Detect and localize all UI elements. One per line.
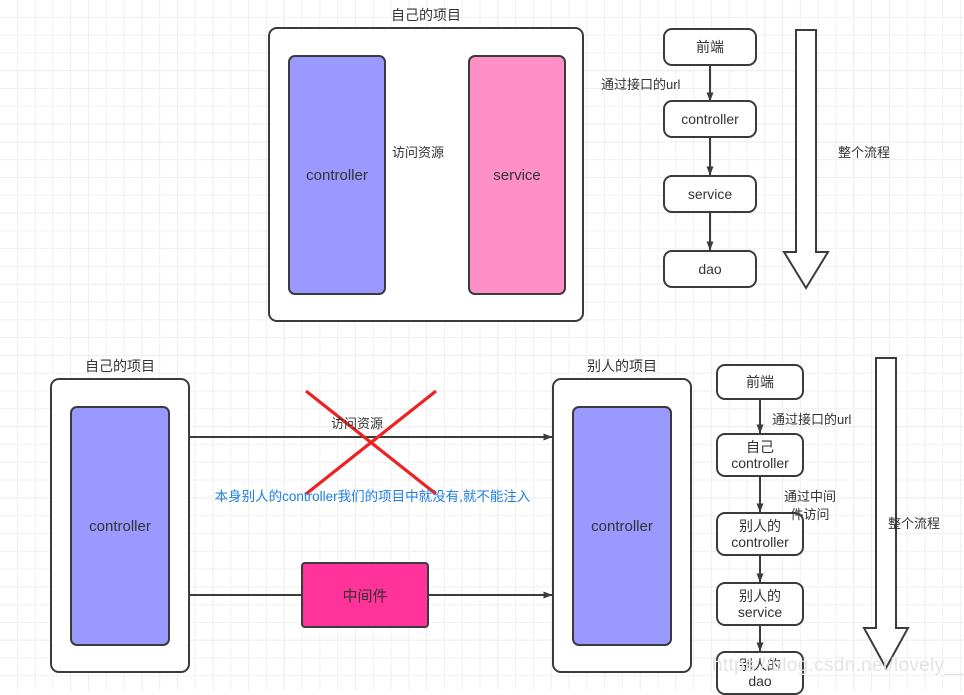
big-process-arrow-top	[782, 29, 830, 290]
bottom-flow-node-1-line1: 自己	[746, 438, 774, 455]
top-big-arrow-label: 整个流程	[838, 145, 891, 160]
bottom-blue-note: 本身别人的controller我们的项目中就没有,就不能注入	[214, 489, 531, 504]
top-flow-node-2: service	[663, 175, 757, 213]
bottom-flow-node-3: 别人的 service	[716, 582, 804, 626]
bottom-flow-node-1-line2: controller	[731, 455, 789, 471]
middleware-block: 中间件	[301, 562, 429, 628]
bottom-blocked-arrow-label: 访问资源	[331, 416, 384, 431]
top-flow-node-0: 前端	[663, 28, 757, 66]
top-flow-node-3: dao	[663, 250, 757, 288]
diagram-canvas: 自己的项目 controller service 访问资源 前端 control…	[0, 0, 964, 695]
bottom-flow-node-1: 自己 controller	[716, 433, 804, 477]
bottom-flow-node-2-line2: controller	[731, 534, 789, 550]
bottom-flow-edge-label-2-line1: 通过中间	[783, 489, 836, 504]
bottom-flow-node-0-line1: 前端	[746, 373, 774, 390]
top-arrow-label: 访问资源	[392, 145, 445, 160]
bottom-flow-node-3-line1: 别人的	[739, 587, 781, 604]
bottom-big-arrow-label: 整个流程	[888, 516, 941, 531]
bottom-flow-edge-label-1: 通过接口的url	[772, 412, 852, 427]
top-flow-node-1: controller	[663, 100, 757, 138]
bottom-own-project-label: 自己的项目	[85, 358, 155, 374]
bottom-other-project-label: 别人的项目	[587, 358, 657, 374]
watermark-text: https://blog.csdn.net/lovely__RR	[712, 655, 964, 676]
top-flow-edge-label: 通过接口的url	[601, 77, 681, 92]
top-service-block: service	[468, 55, 566, 295]
bottom-own-controller-block: controller	[70, 406, 170, 646]
bottom-other-controller-block: controller	[572, 406, 672, 646]
top-controller-block: controller	[288, 55, 386, 295]
bottom-flow-edge-label-2-line2: 件访问	[790, 507, 830, 522]
bottom-flow-node-0: 前端	[716, 364, 804, 400]
top-project-label: 自己的项目	[391, 7, 461, 23]
bottom-flow-node-3-line2: service	[737, 604, 783, 620]
red-cross-icon	[305, 389, 437, 496]
